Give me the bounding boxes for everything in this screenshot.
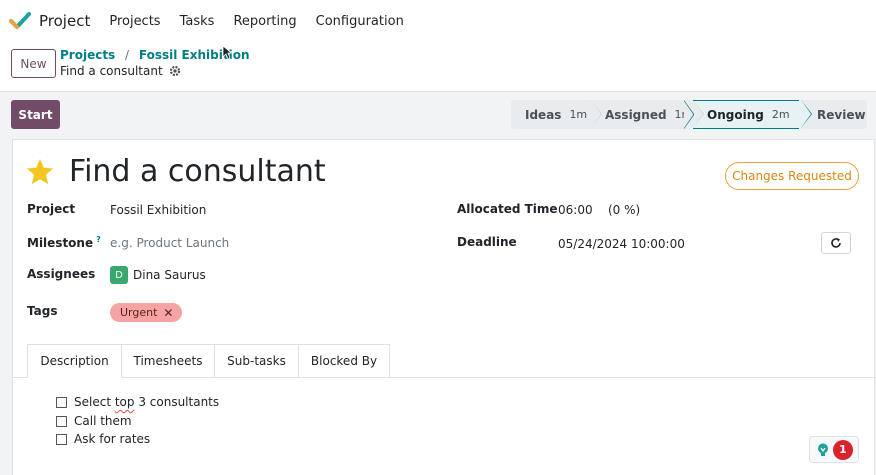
assignees-label: Assignees (27, 267, 96, 281)
checklist-item: Ask for rates (56, 432, 150, 446)
stage-assigned-duration: 1m (674, 108, 693, 121)
record-name: Find a consultant (60, 64, 163, 78)
record-name-line: Find a consultant (60, 64, 181, 78)
tab-blocked-by[interactable]: Blocked By (299, 344, 390, 378)
notification-widget[interactable]: 1 (809, 436, 859, 463)
recompute-deadline-button[interactable] (821, 232, 851, 254)
allocated-percent: (0 %) (608, 203, 641, 217)
tab-timesheets[interactable]: Timesheets (122, 344, 215, 378)
stage-review-label: Review (817, 107, 866, 122)
milestone-label-wrap: Milestone? (27, 235, 101, 250)
stage-assigned[interactable]: Assigned 1m (591, 100, 704, 129)
checklist-text[interactable]: Ask for rates (74, 432, 150, 446)
tag-urgent-label: Urgent (120, 306, 158, 319)
milestone-field[interactable]: e.g. Product Launch (110, 236, 229, 250)
menu-projects[interactable]: Projects (109, 14, 160, 29)
stage-ideas-label: Ideas (525, 107, 562, 122)
changes-requested-badge[interactable]: Changes Requested (725, 162, 859, 190)
deadline-label: Deadline (457, 235, 517, 249)
allocated-time-label: Allocated Time (457, 202, 558, 216)
control-panel: New Projects / Fossil Exhibition Find a … (0, 42, 876, 92)
milestone-label: Milestone (27, 236, 94, 250)
stage-ongoing[interactable]: Ongoing 2m (693, 100, 812, 129)
task-title[interactable]: Find a consultant (69, 154, 326, 189)
tag-urgent[interactable]: Urgent ✕ (110, 303, 183, 322)
help-tooltip-icon[interactable]: ? (96, 235, 101, 244)
deadline-field[interactable]: 05/24/2024 10:00:00 (558, 237, 685, 251)
gear-icon[interactable] (169, 65, 181, 77)
checklist-checkbox[interactable] (56, 433, 67, 445)
project-label: Project (27, 202, 76, 216)
app-name: Project (39, 12, 91, 30)
tab-sub-tasks[interactable]: Sub-tasks (215, 344, 299, 378)
project-field[interactable]: Fossil Exhibition (110, 203, 206, 217)
allocated-time-field[interactable]: 06:00 (558, 203, 593, 217)
menu-tasks[interactable]: Tasks (180, 14, 215, 29)
stage-ongoing-duration: 2m (771, 108, 790, 121)
stage-assigned-label: Assigned (605, 107, 667, 122)
stage-statusbar: Ideas 1m Assigned 1m Ongoing 2m Review (511, 100, 867, 129)
mouse-cursor-icon (222, 45, 232, 60)
breadcrumb-fossil-exhibition[interactable]: Fossil Exhibition (139, 48, 250, 62)
refresh-icon (831, 238, 841, 248)
checklist-item: Call them (56, 414, 132, 428)
lightbulb-icon (818, 443, 828, 456)
top-navbar: Project Projects Tasks Reporting Configu… (0, 0, 876, 42)
new-button[interactable]: New (11, 49, 56, 78)
start-button[interactable]: Start (11, 100, 60, 129)
project-app-icon (9, 12, 31, 29)
stage-ideas[interactable]: Ideas 1m (511, 100, 602, 129)
priority-star-icon[interactable] (25, 157, 55, 187)
checklist-text[interactable]: Select top 3 consultants (74, 395, 219, 409)
stage-ongoing-label: Ongoing (707, 107, 764, 122)
assignee-avatar: D (110, 266, 128, 284)
notification-count-badge: 1 (833, 439, 853, 460)
checklist-checkbox[interactable] (56, 415, 67, 427)
tab-description[interactable]: Description (27, 344, 122, 378)
breadcrumb-separator: / (125, 48, 130, 62)
notebook-tabs: Description Timesheets Sub-tasks Blocked… (27, 344, 390, 378)
tag-remove-icon[interactable]: ✕ (163, 306, 173, 320)
checklist-item: Select top 3 consultants (56, 395, 219, 409)
breadcrumb-projects[interactable]: Projects (60, 48, 115, 62)
app-logo[interactable]: Project (9, 10, 90, 32)
menu-configuration[interactable]: Configuration (316, 14, 404, 29)
stage-ideas-duration: 1m (569, 108, 588, 121)
checklist-text[interactable]: Call them (74, 414, 132, 428)
assignee-name[interactable]: Dina Saurus (133, 268, 206, 282)
checklist-checkbox[interactable] (56, 396, 67, 408)
menu-reporting[interactable]: Reporting (233, 14, 296, 29)
form-sheet: Find a consultant Changes Requested Proj… (12, 139, 876, 475)
tags-label: Tags (27, 304, 58, 318)
